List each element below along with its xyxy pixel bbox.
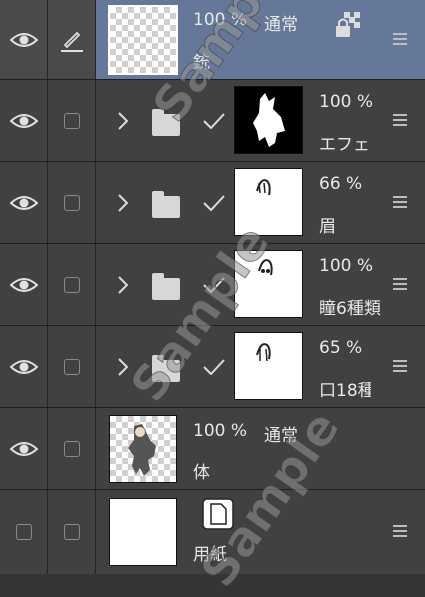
layer-blend-mode: 通常 [264,15,298,35]
edit-toggle[interactable] [48,244,96,325]
visibility-toggle[interactable] [0,0,48,79]
chevron-right-icon[interactable] [118,112,128,130]
menu-icon[interactable] [393,525,407,537]
edit-toggle[interactable] [48,490,96,574]
menu-icon[interactable] [393,114,407,126]
paper-layer-icon [202,498,234,530]
layer-row-eyes[interactable]: 100 % 瞳6種類 [0,244,425,326]
visibility-toggle[interactable] [0,326,48,407]
layer-opacity: 100 % [319,256,374,276]
pencil-icon [60,31,83,52]
checkbox[interactable] [63,524,80,540]
checkbox[interactable] [63,194,80,211]
layer-row-body[interactable]: 100 % 通常 体 [0,408,425,490]
menu-icon[interactable] [393,360,407,372]
eye-icon [9,277,38,292]
chevron-right-icon[interactable] [118,194,128,212]
chevron-right-icon[interactable] [118,358,128,376]
menu-icon[interactable] [393,33,407,45]
layer-name: 口18種 [319,381,371,401]
layer-name: エフェ [319,135,369,155]
eye-icon [9,441,38,456]
layer-thumbnail [234,332,303,400]
layer-name: 体 [193,463,210,483]
layer-row-effects[interactable]: 100 % エフェ [0,80,425,162]
layer-name: 眉 [319,217,336,237]
checkbox[interactable] [63,440,80,457]
menu-icon[interactable] [393,278,407,290]
edit-toggle[interactable] [48,162,96,243]
edit-toggle[interactable] [48,326,96,407]
visibility-toggle[interactable] [0,244,48,325]
checkbox[interactable] [15,524,32,540]
eye-icon [9,359,38,374]
checkbox[interactable] [63,112,80,129]
layer-thumbnail [234,168,303,236]
layer-row-mouth[interactable]: 65 % 口18種 [0,326,425,408]
checkbox[interactable] [63,276,80,293]
layer-row-eyebrows[interactable]: 66 % 眉 [0,162,425,244]
visibility-toggle[interactable] [0,408,48,489]
checkbox[interactable] [63,358,80,375]
layer-row-paper[interactable]: 用紙 [0,490,425,574]
layer-blend-mode: 通常 [264,426,298,446]
menu-icon[interactable] [393,196,407,208]
layer-row-gun[interactable]: 100 % 通常 銃 [0,0,425,80]
folder-icon [152,273,180,300]
lock-transparency-icon[interactable] [334,12,360,38]
edit-toggle[interactable] [48,0,96,79]
chevron-right-icon[interactable] [118,276,128,294]
layer-thumbnail [108,5,178,75]
eye-icon [9,32,38,47]
layer-opacity: 100 % [193,421,248,441]
layer-name: 用紙 [193,545,227,565]
eye-icon [9,195,38,210]
edit-toggle[interactable] [48,80,96,161]
folder-icon [152,355,180,382]
eye-icon [9,113,38,128]
visibility-toggle[interactable] [0,490,48,574]
layer-opacity: 66 % [319,174,363,194]
visibility-toggle[interactable] [0,80,48,161]
layer-name: 銃 [193,53,210,73]
checkmark-icon [203,113,225,129]
layer-thumbnail [234,250,303,318]
layer-name: 瞳6種類 [319,299,381,319]
checkmark-icon [203,359,225,375]
layer-thumbnail [109,415,177,483]
checkmark-icon [203,195,225,211]
layer-opacity: 65 % [319,338,363,358]
layer-thumbnail [234,86,303,154]
folder-icon [152,109,180,136]
layer-opacity: 100 % [319,92,374,112]
layer-thumbnail [109,498,177,566]
edit-toggle[interactable] [48,408,96,489]
visibility-toggle[interactable] [0,162,48,243]
checkmark-icon [203,277,225,293]
folder-icon [152,191,180,218]
layer-opacity: 100 % [193,10,248,30]
